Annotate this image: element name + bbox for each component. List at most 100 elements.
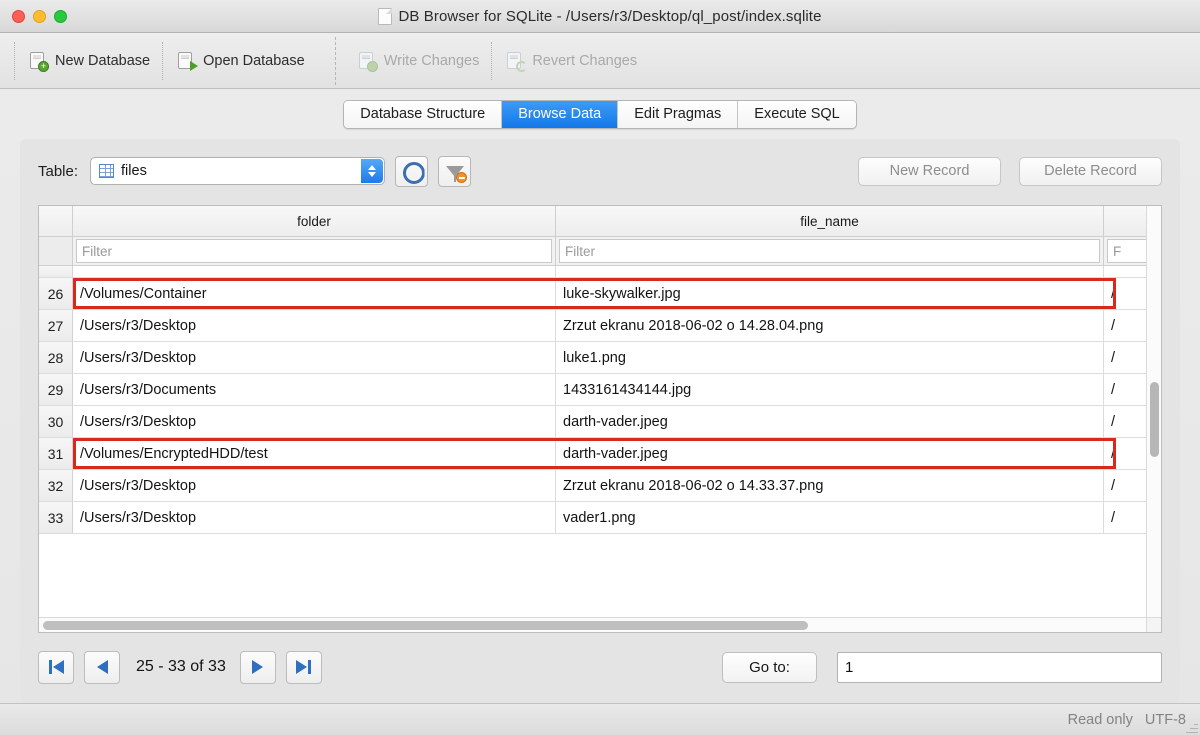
refresh-icon	[403, 162, 421, 180]
vertical-scrollbar[interactable]	[1146, 206, 1161, 617]
document-icon	[378, 8, 392, 25]
cell-folder[interactable]: /Users/r3/Documents	[73, 374, 556, 405]
row-number[interactable]: 28	[39, 342, 73, 373]
status-encoding: UTF-8	[1145, 712, 1186, 728]
table-row[interactable]: 32/Users/r3/DesktopZrzut ekranu 2018-06-…	[39, 470, 1161, 502]
cell-folder[interactable]: /Volumes/EncryptedHDD/test	[73, 438, 556, 469]
table-row[interactable]: 30/Users/r3/Desktopdarth-vader.jpeg/	[39, 406, 1161, 438]
write-changes-button[interactable]: Write Changes	[354, 47, 492, 75]
title-bar: DB Browser for SQLite - /Users/r3/Deskto…	[0, 0, 1200, 33]
next-page-icon	[252, 660, 263, 674]
delete-record-button[interactable]: Delete Record	[1019, 157, 1162, 186]
tab-edit-pragmas[interactable]: Edit Pragmas	[618, 101, 738, 128]
cell-file-name[interactable]: Zrzut ekranu 2018-06-02 o 14.28.04.png	[556, 310, 1104, 341]
first-page-icon	[53, 660, 64, 674]
row-number[interactable]: 27	[39, 310, 73, 341]
tab-database-structure[interactable]: Database Structure	[344, 101, 502, 128]
row-number[interactable]: 26	[39, 278, 73, 309]
open-database-icon	[177, 51, 196, 71]
tab-browse-data[interactable]: Browse Data	[502, 101, 618, 128]
filter-input-file-name[interactable]: Filter	[559, 239, 1100, 263]
table-row[interactable]: 29/Users/r3/Documents1433161434144.jpg/	[39, 374, 1161, 406]
table-row[interactable]: 26/Volumes/Containerluke-skywalker.jpg/	[39, 278, 1161, 310]
new-database-icon: +	[29, 51, 48, 71]
horizontal-scrollbar[interactable]	[39, 617, 1146, 632]
title-container: DB Browser for SQLite - /Users/r3/Deskto…	[0, 0, 1200, 32]
filter-input-folder[interactable]: Filter	[76, 239, 552, 263]
cell-file-name[interactable]: darth-vader.jpeg	[556, 406, 1104, 437]
cell-file-name[interactable]: luke1.png	[556, 342, 1104, 373]
pagination-bar: 25 - 33 of 33 Go to: 1	[38, 633, 1162, 693]
data-grid: folder file_name Filter Filter F	[38, 205, 1162, 633]
write-changes-icon	[358, 51, 377, 71]
minimize-button[interactable]	[33, 10, 46, 23]
new-database-button[interactable]: + New Database	[25, 47, 162, 75]
main-toolbar: + New Database Open Database Write Chang…	[0, 33, 1200, 89]
table-row[interactable]: 27/Users/r3/DesktopZrzut ekranu 2018-06-…	[39, 310, 1161, 342]
tab-bar: Database Structure Browse Data Edit Prag…	[0, 89, 1200, 133]
column-header-folder[interactable]: folder	[73, 206, 556, 236]
tab-execute-sql[interactable]: Execute SQL	[738, 101, 855, 128]
window-controls	[0, 10, 67, 23]
cell-folder[interactable]: /Users/r3/Desktop	[73, 406, 556, 437]
table-select-row: Table: files New Record Delete Record	[38, 153, 1162, 189]
table-row[interactable]: 33/Users/r3/Desktopvader1.png/	[39, 502, 1161, 534]
new-record-button[interactable]: New Record	[858, 157, 1001, 186]
filter-cell-folder: Filter	[73, 237, 556, 265]
revert-changes-icon	[506, 51, 525, 71]
close-button[interactable]	[12, 10, 25, 23]
write-changes-label: Write Changes	[384, 53, 480, 69]
cell-folder[interactable]: /Users/r3/Desktop	[73, 502, 556, 533]
previous-page-button[interactable]	[84, 651, 120, 684]
open-database-label: Open Database	[203, 53, 305, 69]
first-page-button[interactable]	[38, 651, 74, 684]
table-row-partial	[39, 266, 1161, 278]
table-row[interactable]: 31/Volumes/EncryptedHDD/testdarth-vader.…	[39, 438, 1161, 470]
cell-file-name[interactable]: luke-skywalker.jpg	[556, 278, 1104, 309]
clear-filter-button[interactable]	[438, 156, 471, 187]
toolbar-grip	[14, 42, 15, 80]
row-number[interactable]: 32	[39, 470, 73, 501]
scrollbar-corner	[1146, 617, 1161, 632]
status-bar: Read only UTF-8	[0, 703, 1200, 735]
last-page-icon	[296, 660, 307, 674]
next-page-button[interactable]	[240, 651, 276, 684]
row-number[interactable]: 29	[39, 374, 73, 405]
goto-input[interactable]: 1	[837, 652, 1162, 683]
refresh-button[interactable]	[395, 156, 428, 187]
toolbar-grip-2	[162, 42, 163, 80]
horizontal-scrollbar-thumb[interactable]	[43, 621, 808, 630]
resize-grip[interactable]	[1186, 721, 1198, 733]
vertical-scrollbar-thumb[interactable]	[1150, 382, 1159, 457]
cell-file-name[interactable]: 1433161434144.jpg	[556, 374, 1104, 405]
cell-folder[interactable]: /Volumes/Container	[73, 278, 556, 309]
status-read-only: Read only	[1068, 712, 1133, 728]
table-label: Table:	[38, 163, 78, 180]
row-number[interactable]: 30	[39, 406, 73, 437]
filter-gutter	[39, 237, 73, 265]
cell-file-name[interactable]: vader1.png	[556, 502, 1104, 533]
cell-file-name[interactable]: Zrzut ekranu 2018-06-02 o 14.33.37.png	[556, 470, 1104, 501]
previous-page-icon	[97, 660, 108, 674]
cell-folder[interactable]: /Users/r3/Desktop	[73, 342, 556, 373]
app-window: DB Browser for SQLite - /Users/r3/Deskto…	[0, 0, 1200, 735]
zoom-button[interactable]	[54, 10, 67, 23]
open-database-button[interactable]: Open Database	[173, 47, 317, 75]
column-header-file-name[interactable]: file_name	[556, 206, 1104, 236]
window-title: DB Browser for SQLite - /Users/r3/Deskto…	[398, 8, 821, 25]
grid-header-row: folder file_name	[39, 206, 1161, 237]
row-number-header	[39, 206, 73, 236]
grid-rows: 26/Volumes/Containerluke-skywalker.jpg/2…	[39, 266, 1161, 632]
last-page-button[interactable]	[286, 651, 322, 684]
cell-file-name[interactable]: darth-vader.jpeg	[556, 438, 1104, 469]
goto-button[interactable]: Go to:	[722, 652, 817, 683]
row-number[interactable]: 31	[39, 438, 73, 469]
cell-folder[interactable]: /Users/r3/Desktop	[73, 310, 556, 341]
row-number[interactable]: 33	[39, 502, 73, 533]
table-row[interactable]: 28/Users/r3/Desktopluke1.png/	[39, 342, 1161, 374]
cell-folder[interactable]: /Users/r3/Desktop	[73, 470, 556, 501]
table-select-combobox[interactable]: files	[90, 157, 385, 185]
revert-changes-button[interactable]: Revert Changes	[502, 47, 649, 75]
table-select-value: files	[121, 163, 147, 179]
table-select-stepper[interactable]	[361, 159, 383, 183]
